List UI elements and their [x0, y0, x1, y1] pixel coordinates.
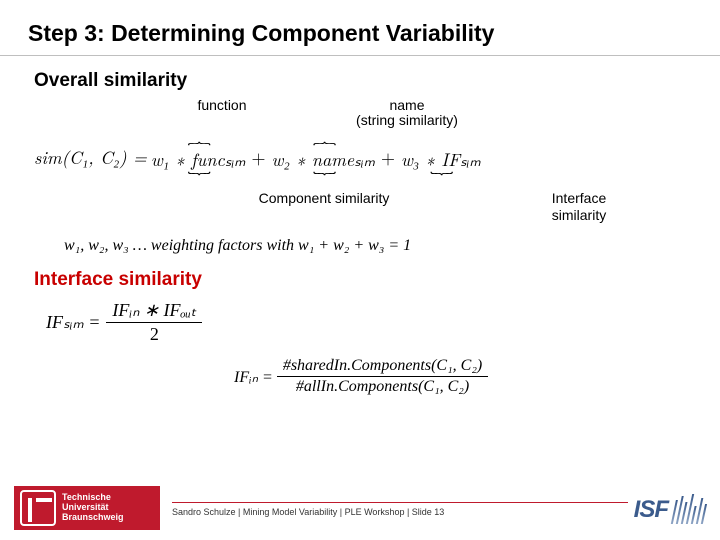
- annotation-interface-similarity: Interface similarity: [524, 190, 634, 224]
- footer-text: Sandro Schulze | Mining Model Variabilit…: [172, 502, 628, 530]
- ifin-denominator: #allIn.Components(C₁, C₂): [290, 377, 475, 397]
- annotation-interface-line2: similarity: [552, 207, 606, 223]
- similarity-formula: sim(C₁, C₂) = ︷ w₁ ∗ funcₛᵢₘ ︸ + ︷ w₂ ∗ …: [34, 135, 700, 184]
- ifin-lhs: IFᵢₙ =: [234, 367, 277, 387]
- isf-logo: ISF: [634, 494, 706, 524]
- overbrace-icon: ︷: [230, 135, 416, 145]
- if-sim-formula: IFₛᵢₘ = IFᵢₙ ∗ IFₒᵤₜ 2: [46, 299, 700, 346]
- bottom-annotations: Component similarity Interface similarit…: [34, 190, 700, 224]
- annotation-function: function: [112, 98, 332, 129]
- isf-logo-text: ISF: [634, 496, 668, 524]
- overall-similarity-block: function name (string similarity) sim(C₁…: [0, 98, 720, 255]
- ifsim-denominator: 2: [144, 323, 165, 346]
- tu-logo-text: Technische Universität Braunschweig: [62, 493, 124, 523]
- if-in-formula: IFᵢₙ = #sharedIn.Components(C₁, C₂) #all…: [234, 356, 700, 397]
- ifsim-numerator: IFᵢₙ ∗ IFₒᵤₜ: [106, 299, 202, 322]
- annotation-component-similarity: Component similarity: [144, 190, 504, 224]
- heading-interface-similarity: Interface similarity: [0, 269, 720, 291]
- annotation-name-line1: name: [389, 97, 424, 113]
- tu-text-line1: Technische: [62, 492, 111, 502]
- top-annotations: function name (string similarity): [34, 98, 700, 129]
- slide-title: Step 3: Determining Component Variabilit…: [0, 0, 720, 56]
- annotation-interface-line1: Interface: [552, 190, 606, 206]
- ifin-fraction: #sharedIn.Components(C₁, C₂) #allIn.Comp…: [277, 356, 488, 397]
- term-name: ︷ w₂ ∗ nameₛᵢₘ ︸: [272, 135, 375, 184]
- ifin-numerator: #sharedIn.Components(C₁, C₂): [277, 356, 488, 376]
- ifsim-fraction: IFᵢₙ ∗ IFₒᵤₜ 2: [106, 299, 202, 346]
- tu-text-line3: Braunschweig: [62, 512, 124, 522]
- slide-footer: Technische Universität Braunschweig Sand…: [0, 474, 720, 530]
- weighting-factors-note: w₁, w₂, w₃ … weighting factors with w₁ +…: [64, 237, 700, 255]
- heading-overall-similarity: Overall similarity: [0, 70, 720, 92]
- interface-similarity-block: IFₛᵢₘ = IFᵢₙ ∗ IFₒᵤₜ 2 IFᵢₙ = #sharedIn.…: [0, 299, 720, 397]
- annotation-name-line2: (string similarity): [356, 112, 458, 128]
- isf-bars-icon: [671, 494, 709, 524]
- ifsim-lhs: IFₛᵢₘ =: [46, 312, 106, 333]
- underbrace-icon: ︸: [369, 174, 513, 184]
- tu-braunschweig-logo: Technische Universität Braunschweig: [14, 486, 160, 530]
- annotation-name: name (string similarity): [332, 98, 482, 129]
- tu-text-line2: Universität: [62, 502, 109, 512]
- tu-seal-icon: [20, 490, 56, 526]
